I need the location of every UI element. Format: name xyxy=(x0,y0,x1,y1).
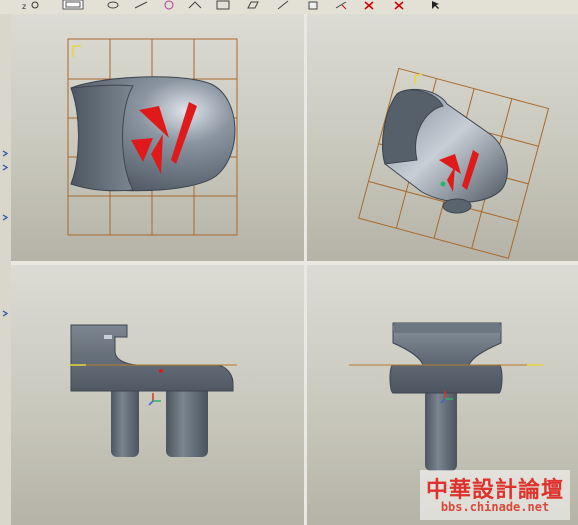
toolbar: z xyxy=(0,0,578,15)
model-post xyxy=(425,385,457,471)
viewport-separator xyxy=(304,14,307,525)
view-icon[interactable] xyxy=(62,0,84,10)
model-notch xyxy=(104,335,112,339)
model-cap xyxy=(393,323,501,333)
watermark: 中華設計論壇 bbs.chinade.net xyxy=(420,470,570,520)
isometric-view[interactable] xyxy=(307,14,578,261)
datum-plane-icon[interactable] xyxy=(246,0,260,10)
expand-arrow-icon[interactable] xyxy=(2,214,8,221)
model-body xyxy=(70,324,234,392)
viewport-separator xyxy=(11,261,578,265)
delete-all-icon[interactable] xyxy=(392,0,406,10)
csys-triad xyxy=(148,393,161,406)
spin-icon[interactable] xyxy=(106,0,120,10)
csys-marker xyxy=(414,73,423,84)
model-post xyxy=(442,198,472,214)
sketch-icon[interactable] xyxy=(134,0,148,10)
csys-icon[interactable] xyxy=(334,0,348,10)
svg-text:z: z xyxy=(22,2,26,10)
model-body xyxy=(389,322,503,394)
zoom-icon[interactable]: z xyxy=(22,0,42,10)
top-view[interactable] xyxy=(11,14,304,261)
expand-arrow-icon[interactable] xyxy=(2,164,8,171)
front-view[interactable] xyxy=(11,265,304,525)
expand-arrow-icon[interactable] xyxy=(2,310,8,317)
model-post xyxy=(111,385,139,457)
logo-dot xyxy=(159,369,163,373)
cursor-icon[interactable] xyxy=(430,0,444,10)
expand-arrow-icon[interactable] xyxy=(2,150,8,157)
datum-point-icon[interactable] xyxy=(306,0,320,10)
layer-icon[interactable] xyxy=(216,0,230,10)
saved-view-icon[interactable] xyxy=(188,0,202,10)
model-post xyxy=(166,385,208,457)
viewport-area xyxy=(11,14,578,525)
orient-icon[interactable] xyxy=(162,0,176,10)
watermark-url: bbs.chinade.net xyxy=(440,500,550,514)
delete-icon[interactable] xyxy=(362,0,376,10)
csys-marker xyxy=(72,45,81,57)
csys-origin xyxy=(440,181,446,187)
datum-axis-icon[interactable] xyxy=(276,0,290,10)
